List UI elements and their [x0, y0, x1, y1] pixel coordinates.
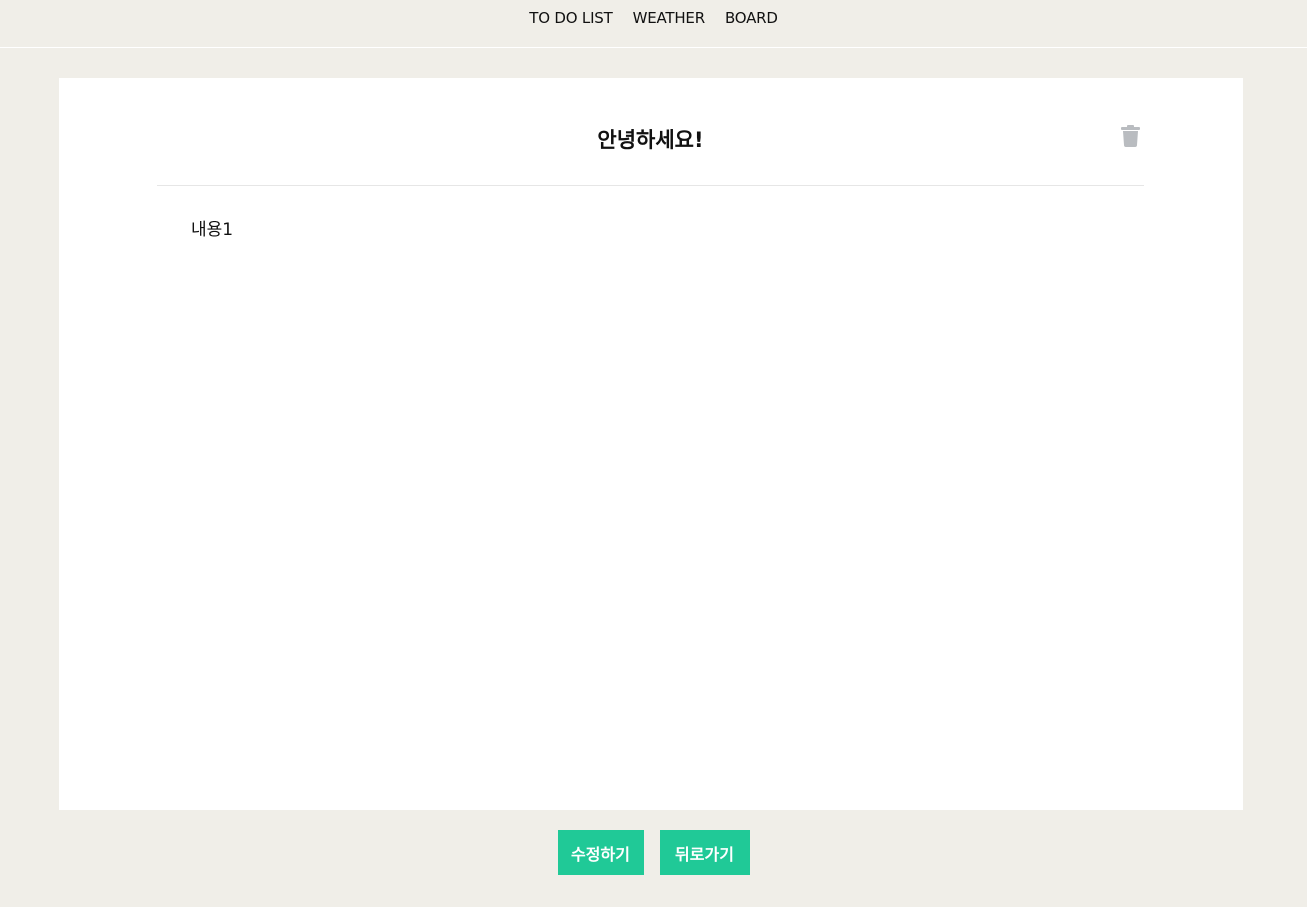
top-navigation: TO DO LIST WEATHER BOARD	[0, 0, 1307, 48]
edit-button[interactable]: 수정하기	[557, 830, 644, 875]
back-button[interactable]: 뒤로가기	[659, 830, 750, 875]
post-card: 안녕하세요! 내용1	[59, 78, 1243, 810]
nav-link-board[interactable]: BOARD	[725, 8, 778, 28]
delete-post-button[interactable]	[1120, 124, 1140, 150]
nav-link-todo-list[interactable]: TO DO LIST	[529, 8, 613, 28]
post-title: 안녕하세요!	[597, 128, 704, 152]
post-actions: 수정하기 뒤로가기	[0, 830, 1307, 875]
trash-icon	[1120, 124, 1140, 150]
post-header: 안녕하세요!	[157, 78, 1144, 186]
post-content: 내용1	[191, 220, 234, 240]
nav-link-weather[interactable]: WEATHER	[633, 8, 706, 28]
